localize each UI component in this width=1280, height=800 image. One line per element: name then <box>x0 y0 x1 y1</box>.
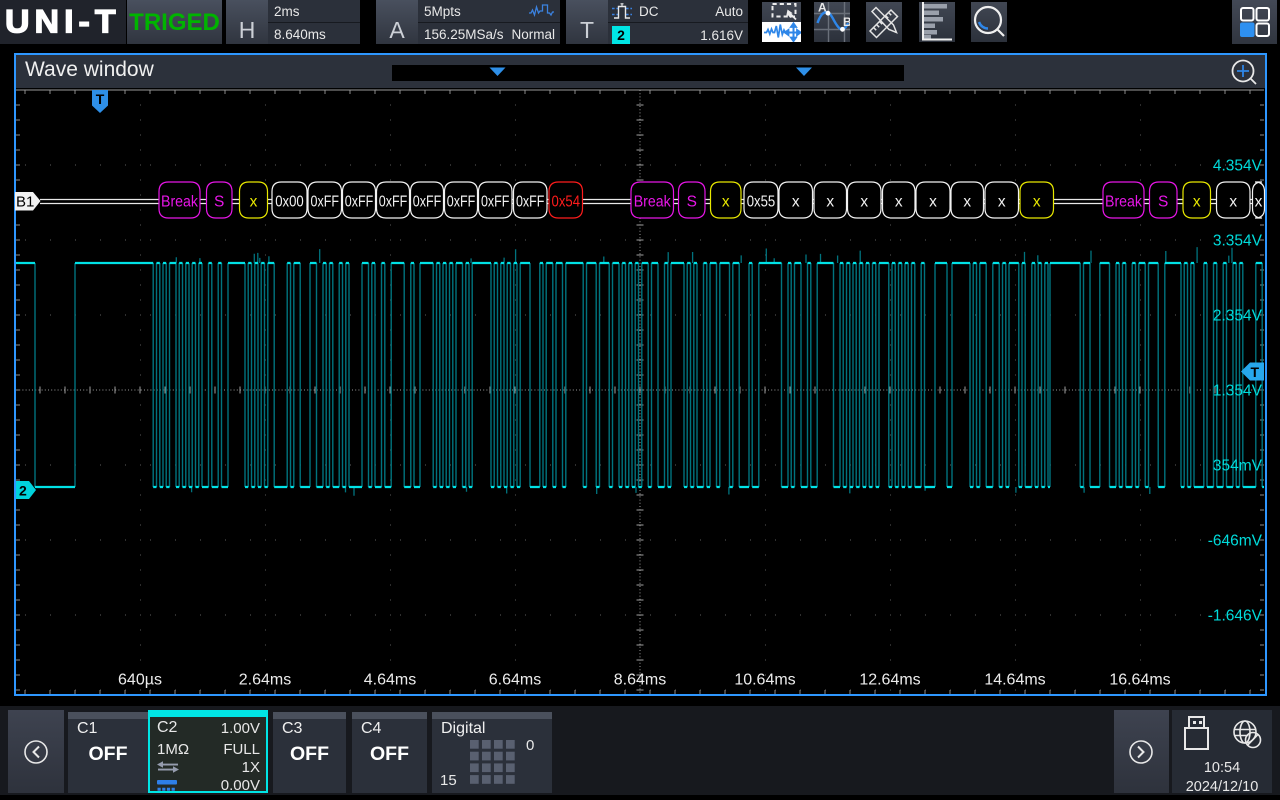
svg-text:S: S <box>687 194 697 211</box>
svg-text:0xFF: 0xFF <box>379 194 408 211</box>
svg-text:x: x <box>998 194 1006 211</box>
svg-text:0xFF: 0xFF <box>447 194 476 211</box>
svg-text:1.354V: 1.354V <box>1213 383 1263 400</box>
svg-text:x: x <box>250 194 258 211</box>
svg-text:3.354V: 3.354V <box>1213 233 1263 250</box>
svg-text:x: x <box>1255 194 1263 211</box>
svg-text:S: S <box>1158 194 1168 211</box>
svg-text:x: x <box>895 194 903 211</box>
svg-text:0xFF: 0xFF <box>481 194 510 211</box>
svg-text:4.64ms: 4.64ms <box>364 672 416 689</box>
svg-text:Break: Break <box>634 194 671 211</box>
svg-text:x: x <box>963 194 971 211</box>
svg-text:S: S <box>214 194 224 211</box>
svg-text:Break: Break <box>161 194 198 211</box>
svg-text:0xFF: 0xFF <box>345 194 374 211</box>
svg-text:x: x <box>1033 194 1041 211</box>
svg-text:6.64ms: 6.64ms <box>489 672 541 689</box>
svg-text:354mV: 354mV <box>1213 458 1263 475</box>
svg-text:15: 15 <box>440 772 457 789</box>
svg-text:14.64ms: 14.64ms <box>984 672 1045 689</box>
svg-text:B1: B1 <box>16 194 34 211</box>
svg-text:x: x <box>722 194 730 211</box>
svg-text:A: A <box>818 2 827 15</box>
svg-text:8.64ms: 8.64ms <box>614 672 666 689</box>
svg-text:4.354V: 4.354V <box>1213 158 1263 175</box>
svg-text:x: x <box>792 194 800 211</box>
svg-text:x: x <box>1229 194 1237 211</box>
svg-text:x: x <box>860 194 868 211</box>
svg-text:640µs: 640µs <box>118 672 162 689</box>
svg-text:0x55: 0x55 <box>747 194 776 211</box>
svg-text:0: 0 <box>526 737 534 754</box>
svg-text:12.64ms: 12.64ms <box>859 672 920 689</box>
svg-text:10.64ms: 10.64ms <box>734 672 795 689</box>
svg-text:0xFF: 0xFF <box>413 194 442 211</box>
svg-text:0xFF: 0xFF <box>516 194 545 211</box>
svg-text:16.64ms: 16.64ms <box>1109 672 1170 689</box>
svg-text:0x00: 0x00 <box>275 194 304 211</box>
svg-text:x: x <box>1193 194 1201 211</box>
svg-text:T: T <box>96 91 105 107</box>
svg-text:-1.646V: -1.646V <box>1208 608 1263 625</box>
svg-text:B: B <box>843 15 850 29</box>
svg-text:-646mV: -646mV <box>1208 533 1263 550</box>
svg-text:x: x <box>929 194 937 211</box>
svg-text:0x54: 0x54 <box>552 194 581 211</box>
svg-text:2.64ms: 2.64ms <box>239 672 291 689</box>
svg-text:2: 2 <box>19 483 27 499</box>
svg-text:Break: Break <box>1105 194 1142 211</box>
svg-text:2.354V: 2.354V <box>1213 308 1263 325</box>
svg-text:x: x <box>826 194 834 211</box>
svg-text:0xFF: 0xFF <box>311 194 340 211</box>
svg-text:T: T <box>1250 364 1259 380</box>
